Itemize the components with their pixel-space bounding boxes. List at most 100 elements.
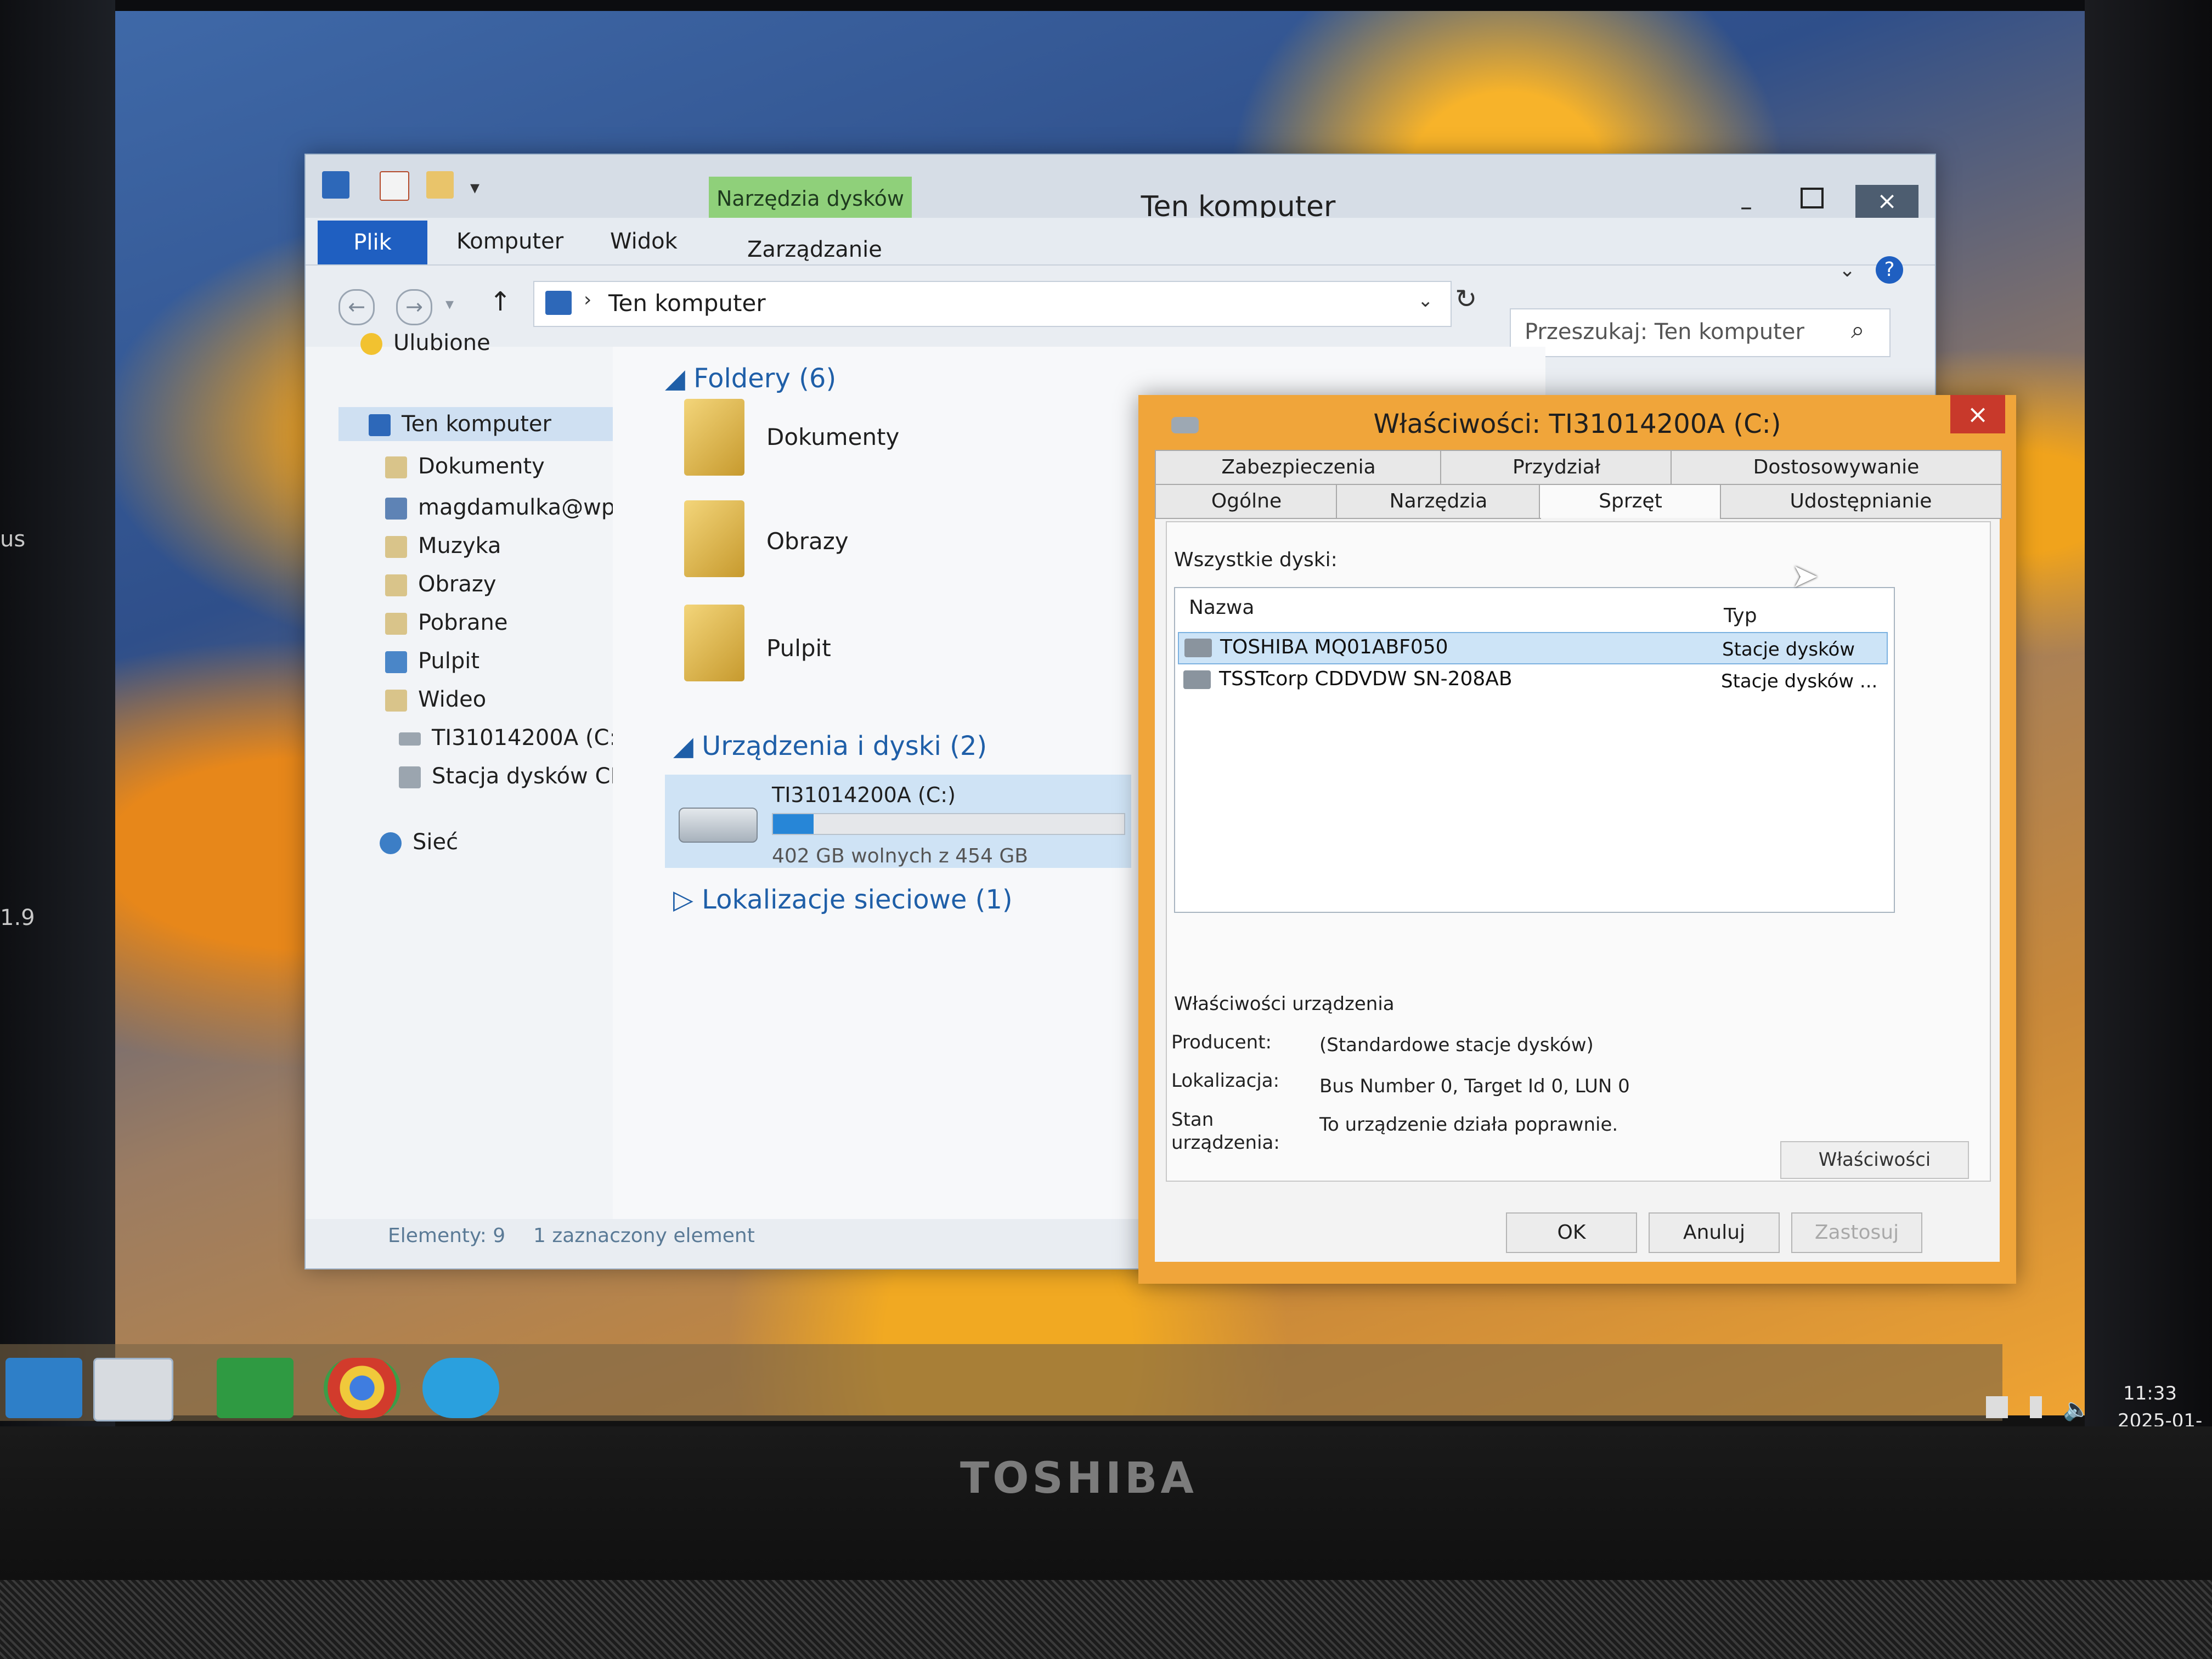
- search-placeholder: Przeszukaj: Ten komputer: [1525, 319, 1804, 345]
- disk-tools-context-tab[interactable]: Narzędzia dysków: [709, 177, 912, 221]
- folder-label[interactable]: Pulpit: [766, 635, 831, 662]
- recent-locations-icon[interactable]: ▾: [445, 295, 454, 314]
- nav-item-downloads[interactable]: Pobrane: [385, 610, 507, 635]
- store-icon[interactable]: [217, 1358, 294, 1418]
- action-center-flag-icon[interactable]: [1986, 1396, 2008, 1418]
- internet-explorer-icon[interactable]: [5, 1358, 82, 1418]
- nav-item-drive-c[interactable]: TI31014200A (C:): [399, 725, 625, 751]
- properties-button[interactable]: Właściwości: [1780, 1141, 1969, 1179]
- expand-ribbon-icon[interactable]: ⌄: [1839, 259, 1855, 281]
- tab-computer[interactable]: Komputer: [456, 229, 563, 254]
- nav-network[interactable]: Sieć: [380, 830, 458, 855]
- breadcrumb-separator[interactable]: ›: [584, 289, 591, 311]
- group-header-devices[interactable]: ◢ Urządzenia i dyski (2): [673, 731, 987, 761]
- nav-favorites[interactable]: Ulubione: [360, 330, 490, 356]
- nav-label: magdamulka@wp.p: [418, 495, 636, 520]
- chevron-down-icon[interactable]: ⌄: [1418, 290, 1434, 312]
- up-button[interactable]: ↑: [489, 286, 511, 317]
- column-header-name[interactable]: Nazwa: [1189, 596, 1254, 619]
- folder-label[interactable]: Dokumenty: [766, 424, 899, 450]
- tab-file[interactable]: Plik: [318, 221, 427, 264]
- folder-icon[interactable]: [684, 399, 744, 476]
- tab-sharing[interactable]: Udostępnianie: [1720, 484, 2002, 519]
- column-header-type[interactable]: Typ: [1724, 605, 1757, 627]
- folder-label[interactable]: Obrazy: [766, 528, 849, 555]
- nav-label: Ten komputer: [402, 411, 551, 437]
- disk-name: TOSHIBA MQ01ABF050: [1220, 636, 1448, 658]
- properties-icon[interactable]: [380, 171, 409, 201]
- apply-button[interactable]: Zastosuj: [1791, 1212, 1922, 1253]
- disk-type: Stacje dysków: [1722, 639, 1855, 661]
- search-input[interactable]: Przeszukaj: Ten komputer ⌕: [1510, 308, 1891, 357]
- tab-general[interactable]: Ogólne: [1155, 484, 1338, 519]
- taskbar: [0, 1344, 2002, 1421]
- tab-customize[interactable]: Dostosowywanie: [1671, 450, 2002, 485]
- cancel-button[interactable]: Anuluj: [1649, 1212, 1780, 1253]
- nav-item-desktop[interactable]: Pulpit: [385, 648, 479, 674]
- computer-icon[interactable]: [322, 171, 349, 199]
- group-header-folders[interactable]: ◢ Foldery (6): [665, 363, 836, 394]
- back-button[interactable]: ←: [338, 289, 375, 325]
- search-icon[interactable]: ⌕: [1851, 316, 1865, 344]
- chrome-icon[interactable]: [324, 1358, 400, 1418]
- forward-button[interactable]: →: [396, 289, 432, 325]
- ok-button[interactable]: OK: [1506, 1212, 1637, 1253]
- tab-quota[interactable]: Przydział: [1440, 450, 1673, 485]
- status-selection: 1 zaznaczony element: [533, 1224, 755, 1247]
- all-disks-label: Wszystkie dyski:: [1174, 549, 1338, 571]
- nav-label: Dokumenty: [418, 454, 545, 479]
- nav-item-pictures[interactable]: Obrazy: [385, 572, 496, 597]
- list-item[interactable]: TOSHIBA MQ01ABF050 Stacje dysków: [1178, 632, 1888, 664]
- folder-icon[interactable]: [684, 605, 744, 681]
- tab-tools[interactable]: Narzędzia: [1336, 484, 1541, 519]
- nav-item-user-folder[interactable]: magdamulka@wp.p: [385, 495, 636, 520]
- device-status-label: Stan urządzenia:: [1171, 1109, 1280, 1154]
- drive-name[interactable]: TI31014200A (C:): [772, 783, 956, 807]
- nav-label: Sieć: [413, 830, 459, 855]
- disks-list: Nazwa Typ TOSHIBA MQ01ABF050 Stacje dysk…: [1174, 587, 1895, 913]
- nav-label: Pobrane: [418, 610, 508, 635]
- volume-icon[interactable]: 🔈: [2063, 1396, 2090, 1422]
- list-item[interactable]: TSSTcorp CDDVDW SN-208AB Stacje dysków .…: [1178, 665, 1886, 695]
- tab-view[interactable]: Widok: [610, 229, 678, 254]
- skype-icon[interactable]: [422, 1358, 499, 1418]
- maximize-button[interactable]: [1801, 188, 1824, 208]
- file-explorer-icon[interactable]: [93, 1358, 173, 1421]
- manufacturer-value: (Standardowe stacje dysków): [1319, 1034, 1594, 1056]
- close-button[interactable]: ×: [1855, 185, 1918, 218]
- nav-label: TI31014200A (C:): [432, 725, 625, 751]
- expand-icon: ▷: [673, 884, 702, 915]
- quick-access-dropdown-icon[interactable]: ▾: [470, 177, 479, 199]
- dialog-close-button[interactable]: ×: [1950, 395, 2005, 433]
- group-label: Lokalizacje sieciowe (1): [702, 884, 1013, 915]
- nav-label: Obrazy: [418, 572, 496, 597]
- manufacturer-label: Producent:: [1171, 1031, 1272, 1053]
- nav-label: Pulpit: [418, 648, 480, 674]
- tab-manage[interactable]: Zarządzanie: [747, 237, 882, 262]
- folder-icon[interactable]: [684, 500, 744, 577]
- cd-drive-icon: [399, 766, 421, 788]
- nav-item-documents[interactable]: Dokumenty: [385, 454, 545, 479]
- photo-right-edge: [2085, 0, 2212, 1437]
- nav-item-videos[interactable]: Wideo: [385, 687, 486, 712]
- tab-security[interactable]: Zabezpieczenia: [1155, 450, 1442, 485]
- refresh-icon[interactable]: ↻: [1455, 284, 1477, 314]
- downloads-folder-icon: [385, 613, 407, 635]
- collapse-icon: ◢: [673, 731, 702, 761]
- documents-icon: [385, 456, 407, 478]
- location-value: Bus Number 0, Target Id 0, LUN 0: [1319, 1075, 1630, 1097]
- tab-hardware[interactable]: Sprzęt: [1539, 484, 1722, 518]
- nav-this-pc[interactable]: Ten komputer: [338, 407, 643, 441]
- battery-icon[interactable]: [2030, 1396, 2042, 1418]
- dialog-title: Właściwości: TI31014200A (C:): [1373, 409, 1781, 439]
- clock-time[interactable]: 11:33: [2123, 1383, 2177, 1404]
- breadcrumb[interactable]: Ten komputer: [608, 290, 766, 317]
- new-folder-icon[interactable]: [426, 171, 454, 199]
- nav-item-music[interactable]: Muzyka: [385, 533, 501, 558]
- help-icon[interactable]: ?: [1876, 256, 1903, 284]
- address-bar[interactable]: › Ten komputer ⌄: [533, 281, 1452, 327]
- minimize-button[interactable]: –: [1740, 193, 1752, 221]
- group-header-network[interactable]: ▷ Lokalizacje sieciowe (1): [673, 884, 1013, 915]
- location-label: Lokalizacja:: [1171, 1070, 1280, 1092]
- hard-drive-icon[interactable]: [679, 808, 758, 843]
